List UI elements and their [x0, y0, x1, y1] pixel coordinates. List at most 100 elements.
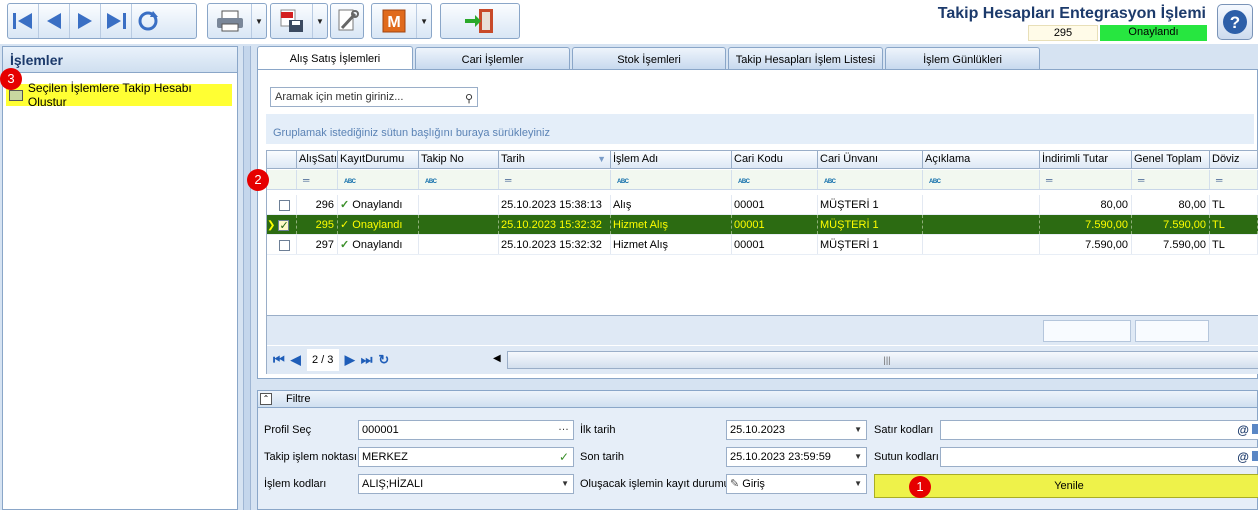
column-header[interactable]: Genel Toplam	[1132, 151, 1210, 168]
grid-header: AlışSatış KayıtDurumu Takip No Tarih ▼ İş…	[267, 151, 1258, 169]
action-icon	[9, 89, 23, 101]
filter-cell-equals[interactable]: ═	[1132, 170, 1210, 189]
window-title: Takip Hesapları Entegrasyon İşlemi	[937, 5, 1206, 22]
tab-stock[interactable]: Stok İşemleri	[572, 47, 726, 70]
scrollbar-thumb[interactable]: |||	[507, 351, 1258, 369]
cell-status: ✓ Onaylandı	[338, 195, 419, 214]
tab-logs[interactable]: İşlem Günlükleri	[885, 47, 1040, 70]
start-date-picker[interactable]: 25.10.2023 ▼	[726, 420, 867, 440]
filter-cell-text[interactable]: ABC	[732, 170, 818, 189]
create-tracking-account-item[interactable]: Seçilen İşlemlere Takip Hesabı Olustur	[6, 81, 232, 109]
column-header[interactable]: Takip No	[419, 151, 499, 168]
tracking-point-field[interactable]: MERKEZ ✓	[358, 447, 574, 467]
next-record-button[interactable]	[70, 4, 101, 38]
row-checkbox[interactable]	[278, 216, 290, 234]
next-page-icon[interactable]: ▶	[345, 352, 355, 368]
abc-filter-icon: ABC	[929, 179, 941, 185]
profile-field[interactable]: 000001…	[358, 420, 574, 440]
column-header[interactable]: Döviz	[1210, 151, 1258, 168]
module-m-button[interactable]: M	[372, 4, 418, 38]
cell-account-code: 00001	[732, 215, 818, 234]
filter-cell-text[interactable]: ABC	[338, 170, 419, 189]
last-record-button[interactable]	[101, 4, 132, 38]
collapse-icon[interactable]: ⌃	[260, 393, 272, 405]
table-row-selected[interactable]: ❯ 295 ✓ Onaylandı 25.10.2023 15:32:32 Hi…	[267, 215, 1258, 235]
at-icon[interactable]: @	[1237, 448, 1249, 466]
module-dropdown-button[interactable]: ▼	[417, 4, 431, 38]
filter-cell-text[interactable]: ABC	[923, 170, 1040, 189]
cell-takip	[419, 195, 499, 214]
refresh-grid-icon[interactable]: ↻	[378, 352, 389, 368]
chevron-down-icon: ▼	[854, 479, 862, 488]
pdf-dropdown-button[interactable]: ▼	[313, 4, 327, 38]
abc-filter-icon: ABC	[425, 179, 437, 185]
filter-cell-equals[interactable]: ═	[297, 170, 338, 189]
search-input[interactable]: Aramak için metin giriniz... ⚲	[270, 87, 478, 107]
previous-record-button[interactable]	[39, 4, 70, 38]
start-date-value: 25.10.2023	[730, 424, 786, 436]
operation-codes-select[interactable]: ALIŞ;HİZALI ▼	[358, 474, 574, 494]
column-header[interactable]: İndirimli Tutar	[1040, 151, 1132, 168]
panel-splitter[interactable]	[243, 46, 251, 510]
column-header[interactable]: İşlem Adı	[611, 151, 732, 168]
record-state-value: Giriş	[742, 478, 765, 490]
horizontal-scrollbar[interactable]: ◀ |||	[487, 350, 1258, 370]
first-page-icon[interactable]: ⏮	[273, 352, 285, 368]
print-dropdown-button[interactable]: ▼	[252, 4, 266, 38]
tools-group	[330, 3, 364, 39]
row-checkbox[interactable]	[279, 199, 290, 211]
row-checkbox[interactable]	[279, 239, 290, 251]
filter-cell-equals[interactable]: ═	[1210, 170, 1258, 189]
tab-tracking-list[interactable]: Takip Hesapları İşlem Listesi	[728, 47, 883, 70]
keyboard-icon[interactable]	[1252, 451, 1258, 461]
table-row[interactable]: 297 ✓ Onaylandı 25.10.2023 15:32:32 Hizm…	[267, 235, 1258, 255]
filter-cell-text[interactable]: ABC	[419, 170, 499, 189]
column-header[interactable]: Cari Kodu	[732, 151, 818, 168]
tab-account[interactable]: Cari İşlemler	[415, 47, 570, 70]
status-badge: Onaylandı	[1100, 25, 1207, 41]
filter-cell-text[interactable]: ABC	[818, 170, 923, 189]
column-header[interactable]: KayıtDurumu	[338, 151, 419, 168]
refresh-button[interactable]	[132, 4, 163, 38]
summary-total	[1135, 320, 1209, 342]
at-icon[interactable]: @	[1237, 421, 1249, 439]
pdf-export-button[interactable]	[271, 4, 313, 38]
tab-buy-sell[interactable]: Alış Satış İşlemleri	[257, 46, 413, 70]
scroll-left-icon[interactable]: ◀	[493, 353, 501, 364]
row-select-cell[interactable]: ❯	[267, 215, 297, 234]
end-date-picker[interactable]: 25.10.2023 23:59:59 ▼	[726, 447, 867, 467]
cell-account-name: MÜŞTERİ 1	[818, 235, 923, 254]
column-header[interactable]: Cari Ünvanı	[818, 151, 923, 168]
previous-page-icon[interactable]: ◀	[291, 352, 301, 368]
filter-header[interactable]: ⌃ Filtre	[257, 390, 1258, 408]
grid-filter-row: ═ ABC ABC ═ ABC ABC ABC ABC ═ ═ ═	[267, 170, 1258, 190]
select-column-header[interactable]	[267, 151, 297, 168]
group-by-area[interactable]: Gruplamak istediğiniz sütun başlığını bu…	[266, 114, 1254, 144]
refresh-button[interactable]: Yenile	[874, 474, 1258, 498]
filter-cell-equals[interactable]: ═	[1040, 170, 1132, 189]
first-record-icon	[13, 13, 32, 29]
filter-cell-equals[interactable]: ═	[499, 170, 611, 189]
search-placeholder: Aramak için metin giriniz...	[275, 91, 404, 103]
column-header-date[interactable]: Tarih ▼	[499, 151, 611, 168]
column-header[interactable]: Açıklama	[923, 151, 1040, 168]
help-button[interactable]: ?	[1217, 4, 1253, 40]
filter-cell-text[interactable]: ABC	[611, 170, 732, 189]
row-codes-field[interactable]: @	[940, 420, 1258, 440]
row-select-cell[interactable]	[267, 195, 297, 214]
keyboard-icon[interactable]	[1252, 424, 1258, 434]
exit-button[interactable]	[441, 4, 519, 38]
row-select-cell[interactable]	[267, 235, 297, 254]
chevron-down-icon: ▼	[255, 16, 263, 26]
tracking-point-value: MERKEZ	[362, 451, 408, 463]
column-codes-field[interactable]: @	[940, 447, 1258, 467]
toolbar: ▼ ▼ M ▼ Takip Hesapları Entegrasyon İşle…	[0, 0, 1258, 44]
ellipsis-icon[interactable]: …	[558, 418, 569, 436]
last-page-icon[interactable]: ⏭	[361, 352, 373, 368]
record-state-select[interactable]: ✎ Giriş ▼	[726, 474, 867, 494]
first-record-button[interactable]	[8, 4, 39, 38]
column-header[interactable]: AlışSatış	[297, 151, 338, 168]
print-button[interactable]	[208, 4, 252, 38]
table-row[interactable]: 296 ✓ Onaylandı 25.10.2023 15:38:13 Alış…	[267, 195, 1258, 215]
settings-tool-button[interactable]	[331, 4, 362, 38]
